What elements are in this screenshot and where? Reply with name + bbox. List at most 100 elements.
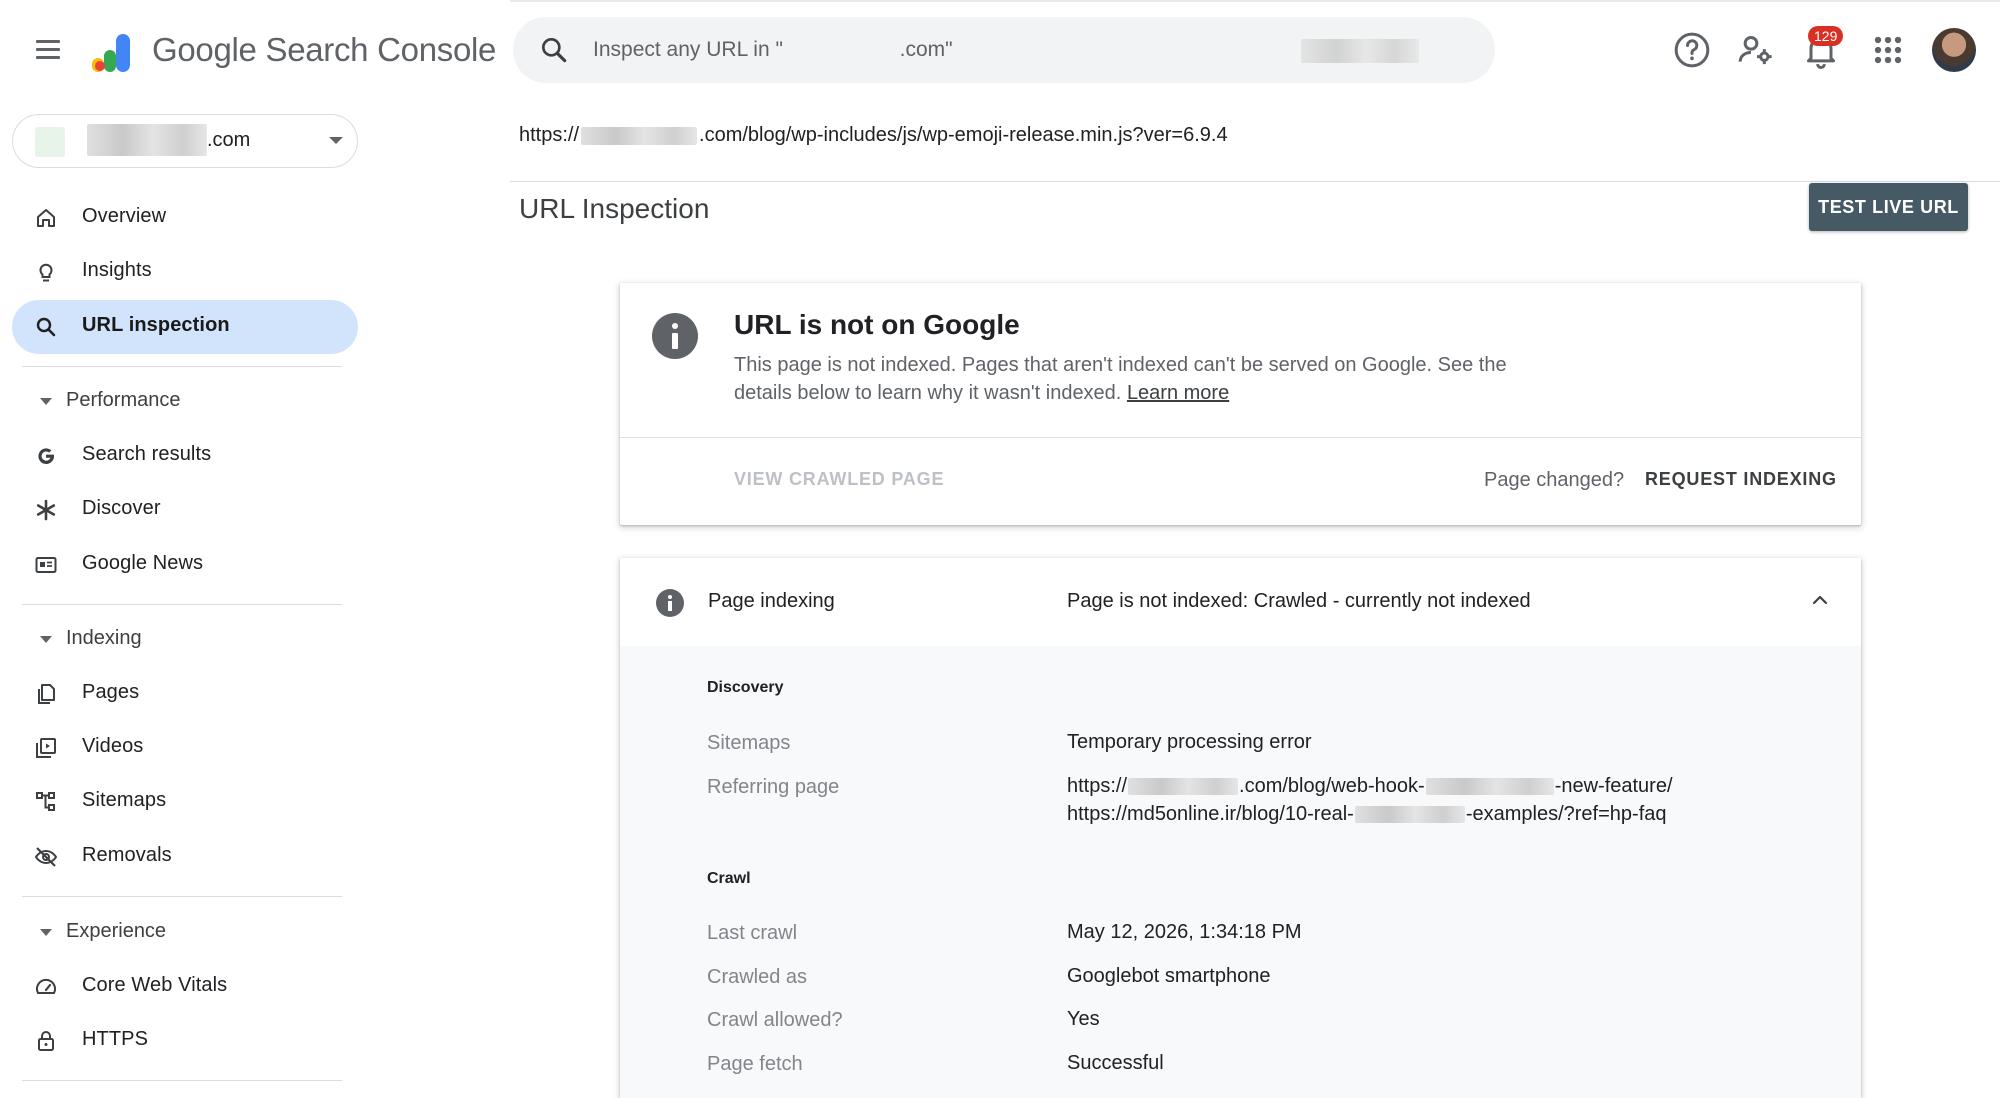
section-title: Performance — [66, 389, 181, 411]
inspected-url: https:// .com/blog/wp-includes/js/wp-emoj… — [519, 124, 1228, 147]
sidebar-item-label: Discover — [82, 497, 161, 519]
chevron-up-icon[interactable] — [1808, 588, 1832, 612]
info-icon — [652, 313, 698, 359]
chevron-down-icon — [329, 137, 343, 144]
news-icon — [35, 557, 57, 573]
account-avatar[interactable] — [1932, 28, 1976, 72]
google-g-icon — [38, 448, 55, 465]
pages-icon — [38, 684, 55, 704]
property-favicon — [35, 127, 65, 157]
ref2-prefix: https://md5online.ir/blog/10-real- — [1067, 803, 1354, 825]
sidebar-divider — [22, 604, 342, 605]
referring-page-url-2[interactable]: https://md5online.ir/blog/10-real- -examp… — [1067, 800, 1667, 828]
referring-page-label: Referring page — [707, 776, 840, 798]
property-selector[interactable]: .com — [12, 114, 358, 168]
sidebar-item-label: URL inspection — [82, 314, 230, 336]
brand-title: Google Search Console — [152, 31, 497, 68]
sidebar-item-https[interactable]: HTTPS — [12, 1014, 358, 1068]
sidebar-item-label: Overview — [82, 205, 167, 227]
last-crawl-label: Last crawl — [707, 922, 798, 944]
top-border — [510, 0, 2000, 8]
sidebar-item-url-inspection[interactable]: URL inspection — [12, 300, 358, 354]
sidebar-item-core-web-vitals[interactable]: Core Web Vitals — [12, 960, 358, 1014]
redacted-text — [1425, 778, 1554, 796]
ref1-suffix: -new-feature/ — [1554, 775, 1673, 797]
search-icon — [542, 37, 567, 63]
sidebar-item-overview[interactable]: Overview — [12, 191, 358, 245]
redacted-text — [1354, 806, 1465, 824]
sidebar-item-discover[interactable]: Discover — [12, 483, 358, 537]
sitemap-icon — [36, 792, 55, 811]
sidebar-item-sitemaps[interactable]: Sitemaps — [12, 775, 358, 829]
eye-off-icon — [34, 847, 58, 867]
page-title: URL Inspection — [519, 193, 710, 224]
ref1-mid: .com/blog/web-hook- — [1239, 775, 1425, 797]
crawl-heading: Crawl — [707, 870, 751, 887]
header-divider — [510, 181, 2000, 182]
sidebar-divider — [22, 896, 342, 897]
view-crawled-page-button[interactable]: VIEW CRAWLED PAGE — [734, 469, 944, 490]
section-title: Indexing — [66, 627, 142, 649]
ref1-prefix: https:// — [1067, 775, 1128, 797]
main-menu-button[interactable] — [30, 34, 66, 64]
redacted-domain — [1301, 39, 1419, 63]
search-icon — [36, 317, 56, 337]
sidebar-item-insights[interactable]: Insights — [12, 245, 358, 299]
test-live-url-button[interactable]: TEST LIVE URL — [1809, 183, 1968, 231]
request-indexing-button[interactable]: REQUEST INDEXING — [1645, 469, 1837, 490]
page-changed-label: Page changed? — [1484, 469, 1625, 491]
sidebar-item-label: Pages — [82, 681, 140, 703]
lightbulb-icon — [39, 263, 53, 282]
user-settings-icon[interactable] — [1736, 30, 1776, 70]
sidebar-item-google-news[interactable]: Google News — [12, 538, 358, 592]
sidebar-item-label: Search results — [82, 443, 212, 465]
property-label: .com — [207, 129, 251, 151]
sidebar-item-label: Videos — [82, 735, 144, 757]
crawl-allowed-value: Yes — [1067, 1008, 1100, 1030]
status-description: This page is not indexed. Pages that are… — [734, 351, 1554, 407]
card-divider — [620, 437, 1861, 438]
redacted-domain — [581, 126, 698, 145]
learn-more-link[interactable]: Learn more — [1127, 382, 1229, 404]
last-crawl-value: May 12, 2026, 1:34:18 PM — [1067, 921, 1302, 943]
crawled-as-value: Googlebot smartphone — [1067, 965, 1271, 987]
url-suffix: .com/blog/wp-includes/js/wp-emoji-releas… — [699, 124, 1228, 146]
referring-page-url-1[interactable]: https:// .com/blog/web-hook- -new-feature/ — [1067, 772, 1673, 800]
sidebar-item-label: Core Web Vitals — [82, 974, 228, 996]
discovery-heading: Discovery — [707, 679, 784, 696]
apps-grid-icon[interactable] — [1868, 30, 1908, 70]
sidebar-item-label: Insights — [82, 259, 152, 281]
search-console-logo — [90, 30, 138, 74]
lock-icon — [38, 1031, 54, 1051]
page-indexing-card: Page indexing Page is not indexed: Crawl… — [620, 558, 1861, 1098]
crawled-as-label: Crawled as — [707, 966, 808, 988]
sidebar-item-videos[interactable]: Videos — [12, 721, 358, 775]
url-prefix: https:// — [519, 124, 580, 146]
sidebar-item-removals[interactable]: Removals — [12, 830, 358, 884]
url-inspect-search-bar[interactable] — [513, 17, 1495, 83]
sidebar-item-pages[interactable]: Pages — [12, 667, 358, 721]
sidebar-item-label: HTTPS — [82, 1028, 149, 1050]
collapse-triangle-icon — [40, 636, 52, 643]
ref2-suffix: -examples/?ref=hp-faq — [1465, 803, 1667, 825]
sitemaps-value: Temporary processing error — [1067, 731, 1312, 753]
sidebar-item-search-results[interactable]: Search results — [12, 429, 358, 483]
page-fetch-label: Page fetch — [707, 1053, 803, 1075]
redacted-property-name — [87, 124, 207, 156]
status-title: URL is not on Google — [734, 309, 1020, 340]
home-icon — [37, 209, 55, 227]
sidebar-item-label: Sitemaps — [82, 789, 167, 811]
gauge-icon — [36, 978, 56, 994]
page-indexing-header[interactable]: Page indexing Page is not indexed: Crawl… — [620, 558, 1861, 647]
info-icon — [656, 589, 684, 617]
page-indexing-value: Page is not indexed: Crawled - currently… — [1067, 590, 1531, 612]
video-icon — [36, 738, 56, 758]
crawl-allowed-label: Crawl allowed? — [707, 1009, 843, 1031]
asterisk-icon — [36, 499, 56, 521]
help-icon[interactable] — [1672, 30, 1712, 70]
sidebar-divider — [22, 1080, 342, 1081]
redacted-domain — [1128, 778, 1239, 796]
sidebar-item-label: Removals — [82, 844, 172, 866]
sitemaps-label: Sitemaps — [707, 732, 791, 754]
sidebar-divider — [22, 366, 342, 367]
